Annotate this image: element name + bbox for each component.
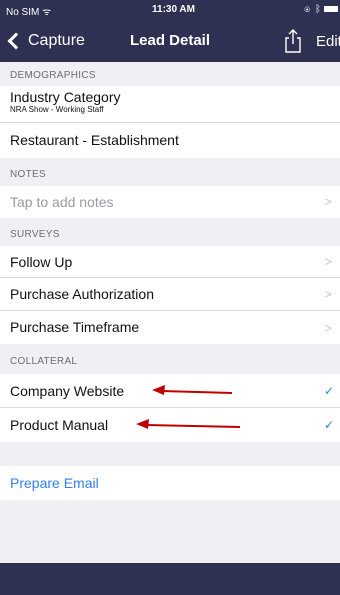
- survey-row-purchase-authorization[interactable]: Purchase Authorization >: [0, 278, 340, 311]
- annotation-arrow-icon: [152, 384, 233, 395]
- navigation-bar: Capture Lead Detail Edit: [0, 20, 340, 62]
- collateral-item-label: Product Manual: [10, 417, 109, 433]
- survey-item-label: Purchase Timeframe: [10, 319, 140, 335]
- notes-row[interactable]: Tap to add notes >: [0, 186, 340, 218]
- section-header-notes: NOTES: [10, 169, 46, 180]
- checkmark-icon: ✓: [323, 383, 334, 398]
- industry-category-subtitle: NRA Show - Working Staff: [10, 105, 104, 114]
- bottom-toolbar: [0, 563, 340, 595]
- carrier-label: No SIM ᯤ: [6, 7, 52, 18]
- app-screen: No SIM ᯤ 11:30 AM ◉ ᛒ Capture Lead Detai…: [0, 0, 340, 595]
- survey-item-label: Purchase Authorization: [10, 286, 154, 302]
- collateral-row-product-manual[interactable]: Product Manual ✓: [0, 408, 340, 442]
- prepare-email-button[interactable]: Prepare Email: [10, 475, 99, 491]
- notes-placeholder: Tap to add notes: [10, 194, 114, 210]
- collateral-item-label: Company Website: [10, 383, 125, 399]
- section-header-demographics: DEMOGRAPHICS: [10, 70, 96, 81]
- checkmark-icon: ✓: [323, 418, 334, 432]
- prepare-email-row[interactable]: Prepare Email: [0, 466, 340, 500]
- industry-category-title: Industry Category: [10, 89, 121, 105]
- status-bar: No SIM ᯤ 11:30 AM ◉ ᛒ: [0, 0, 340, 20]
- annotation-arrow-icon: [136, 419, 241, 429]
- industry-value: Restaurant - Establishment: [10, 132, 179, 148]
- clock: 11:30 AM: [152, 4, 195, 15]
- back-button-label: Capture: [28, 32, 85, 49]
- survey-row-follow-up[interactable]: Follow Up >: [0, 246, 340, 278]
- survey-item-label: Follow Up: [10, 254, 73, 270]
- share-icon[interactable]: [282, 28, 304, 54]
- chevron-right-icon: >: [324, 286, 332, 302]
- collateral-row-company-website[interactable]: Company Website ✓: [0, 374, 340, 408]
- section-header-surveys: SURVEYS: [10, 229, 60, 240]
- chevron-right-icon: >: [324, 320, 332, 335]
- chevron-left-icon: [7, 32, 25, 50]
- back-button[interactable]: Capture: [4, 30, 85, 52]
- chevron-right-icon: >: [324, 194, 332, 209]
- industry-category-row[interactable]: Industry Category NRA Show - Working Sta…: [0, 86, 340, 123]
- chevron-right-icon: >: [324, 253, 332, 269]
- section-header-collateral: COLLATERAL: [10, 356, 78, 367]
- industry-value-row[interactable]: Restaurant - Establishment: [0, 123, 340, 158]
- battery-icon: ◉ ᛒ: [304, 4, 338, 15]
- survey-row-purchase-timeframe[interactable]: Purchase Timeframe >: [0, 311, 340, 344]
- lead-detail-list: DEMOGRAPHICS Industry Category NRA Show …: [0, 62, 340, 500]
- edit-button[interactable]: Edit: [316, 33, 340, 50]
